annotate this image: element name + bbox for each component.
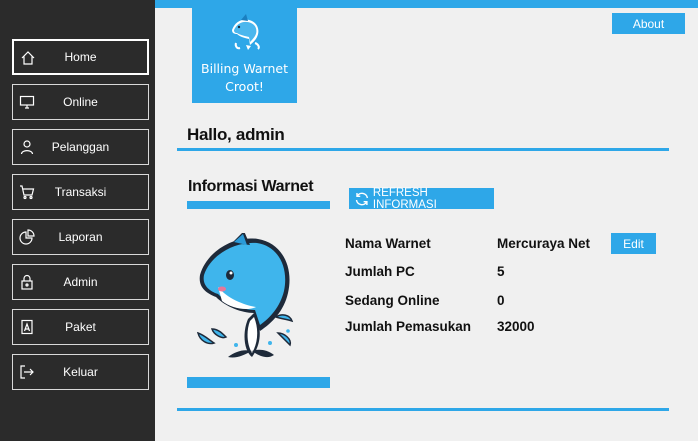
package-icon	[21, 319, 33, 335]
sidebar-item-online[interactable]: Online	[12, 84, 149, 120]
sidebar: Home Online Pelanggan Transaksi Laporan …	[0, 0, 155, 441]
section-title-underline	[187, 201, 330, 209]
logout-icon	[20, 365, 34, 379]
dolphin-logo-icon	[232, 14, 260, 50]
image-underline	[187, 377, 330, 388]
info-value-jumlah-pc: 5	[497, 264, 505, 279]
info-label-jumlah-pemasukan: Jumlah Pemasukan	[345, 319, 472, 334]
sidebar-item-admin[interactable]: Admin	[12, 264, 149, 300]
sidebar-item-home[interactable]: Home	[12, 39, 149, 75]
about-button[interactable]: About	[612, 13, 685, 34]
sidebar-item-transaksi[interactable]: Transaksi	[12, 174, 149, 210]
sidebar-item-keluar[interactable]: Keluar	[12, 354, 149, 390]
brand-logo: Billing Warnet Croot!	[192, 8, 297, 103]
refresh-info-button[interactable]: REFRESH INFORMASI	[349, 186, 494, 211]
brand-name: Billing Warnet Croot!	[201, 61, 288, 94]
home-icon	[21, 51, 35, 65]
edit-button[interactable]: Edit	[611, 233, 656, 254]
refresh-icon	[355, 192, 369, 205]
info-label-nama-warnet: Nama Warnet	[345, 236, 431, 251]
info-value-jumlah-pemasukan: 32000	[497, 319, 535, 334]
sidebar-item-paket[interactable]: Paket	[12, 309, 149, 345]
refresh-info-label: REFRESH INFORMASI	[372, 186, 437, 211]
footer-divider	[177, 408, 669, 411]
section-title: Informasi Warnet	[188, 178, 314, 195]
user-icon	[20, 140, 34, 155]
info-value-nama-warnet: Mercuraya Net	[497, 236, 591, 251]
monitor-icon	[19, 95, 35, 109]
dolphin-mascot-image	[196, 233, 294, 358]
greeting-text: Hallo, admin	[187, 125, 285, 144]
cart-icon	[20, 185, 35, 200]
sidebar-item-pelanggan[interactable]: Pelanggan	[12, 129, 149, 165]
sidebar-item-laporan[interactable]: Laporan	[12, 219, 149, 255]
lock-icon	[21, 274, 33, 290]
top-accent-bar	[155, 0, 698, 8]
pie-chart-icon	[19, 229, 35, 245]
info-label-jumlah-pc: Jumlah PC	[345, 264, 415, 279]
header-divider	[177, 148, 669, 151]
info-label-sedang-online: Sedang Online	[345, 293, 440, 308]
info-value-sedang-online: 0	[497, 293, 505, 308]
